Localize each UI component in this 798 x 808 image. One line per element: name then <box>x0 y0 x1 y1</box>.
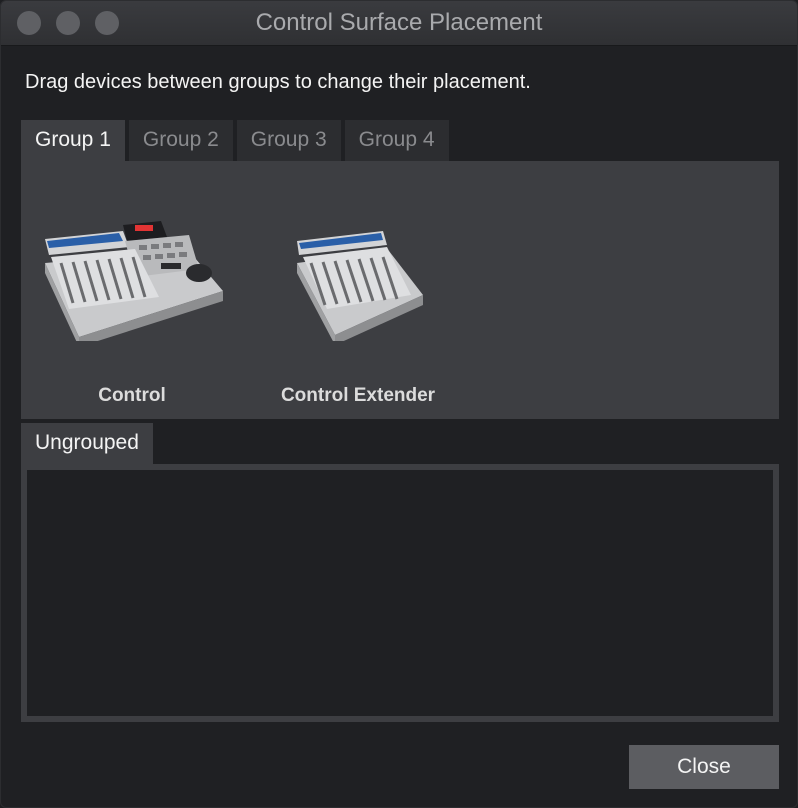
device-label-control-extender: Control Extender <box>280 385 436 406</box>
close-button[interactable]: Close <box>629 745 779 789</box>
ungrouped-drop-area[interactable] <box>27 470 773 716</box>
title-bar[interactable]: Control Surface Placement <box>1 1 797 46</box>
tab-ungrouped[interactable]: Ungrouped <box>21 423 153 465</box>
tab-group-1[interactable]: Group 1 <box>21 120 125 162</box>
device-label-control: Control <box>98 385 166 406</box>
dialog-window: Control Surface Placement Drag devices b… <box>0 0 798 808</box>
instruction-text: Drag devices between groups to change th… <box>25 71 531 93</box>
device-control-extender[interactable]: Control Extender <box>281 211 435 406</box>
control-extender-icon <box>297 231 423 341</box>
tab-group-4[interactable]: Group 4 <box>344 120 449 162</box>
group-tabs: Group 1 Group 2 Group 3 Group 4 <box>21 120 453 162</box>
tab-group-3[interactable]: Group 3 <box>236 120 341 162</box>
group-panel[interactable]: Control Control Extender <box>21 161 779 419</box>
window-title: Control Surface Placement <box>255 9 543 36</box>
device-control[interactable]: Control <box>39 211 225 406</box>
ungrouped-panel[interactable] <box>21 464 779 722</box>
control-surface-icon <box>45 221 223 341</box>
tab-group-2[interactable]: Group 2 <box>128 120 233 162</box>
